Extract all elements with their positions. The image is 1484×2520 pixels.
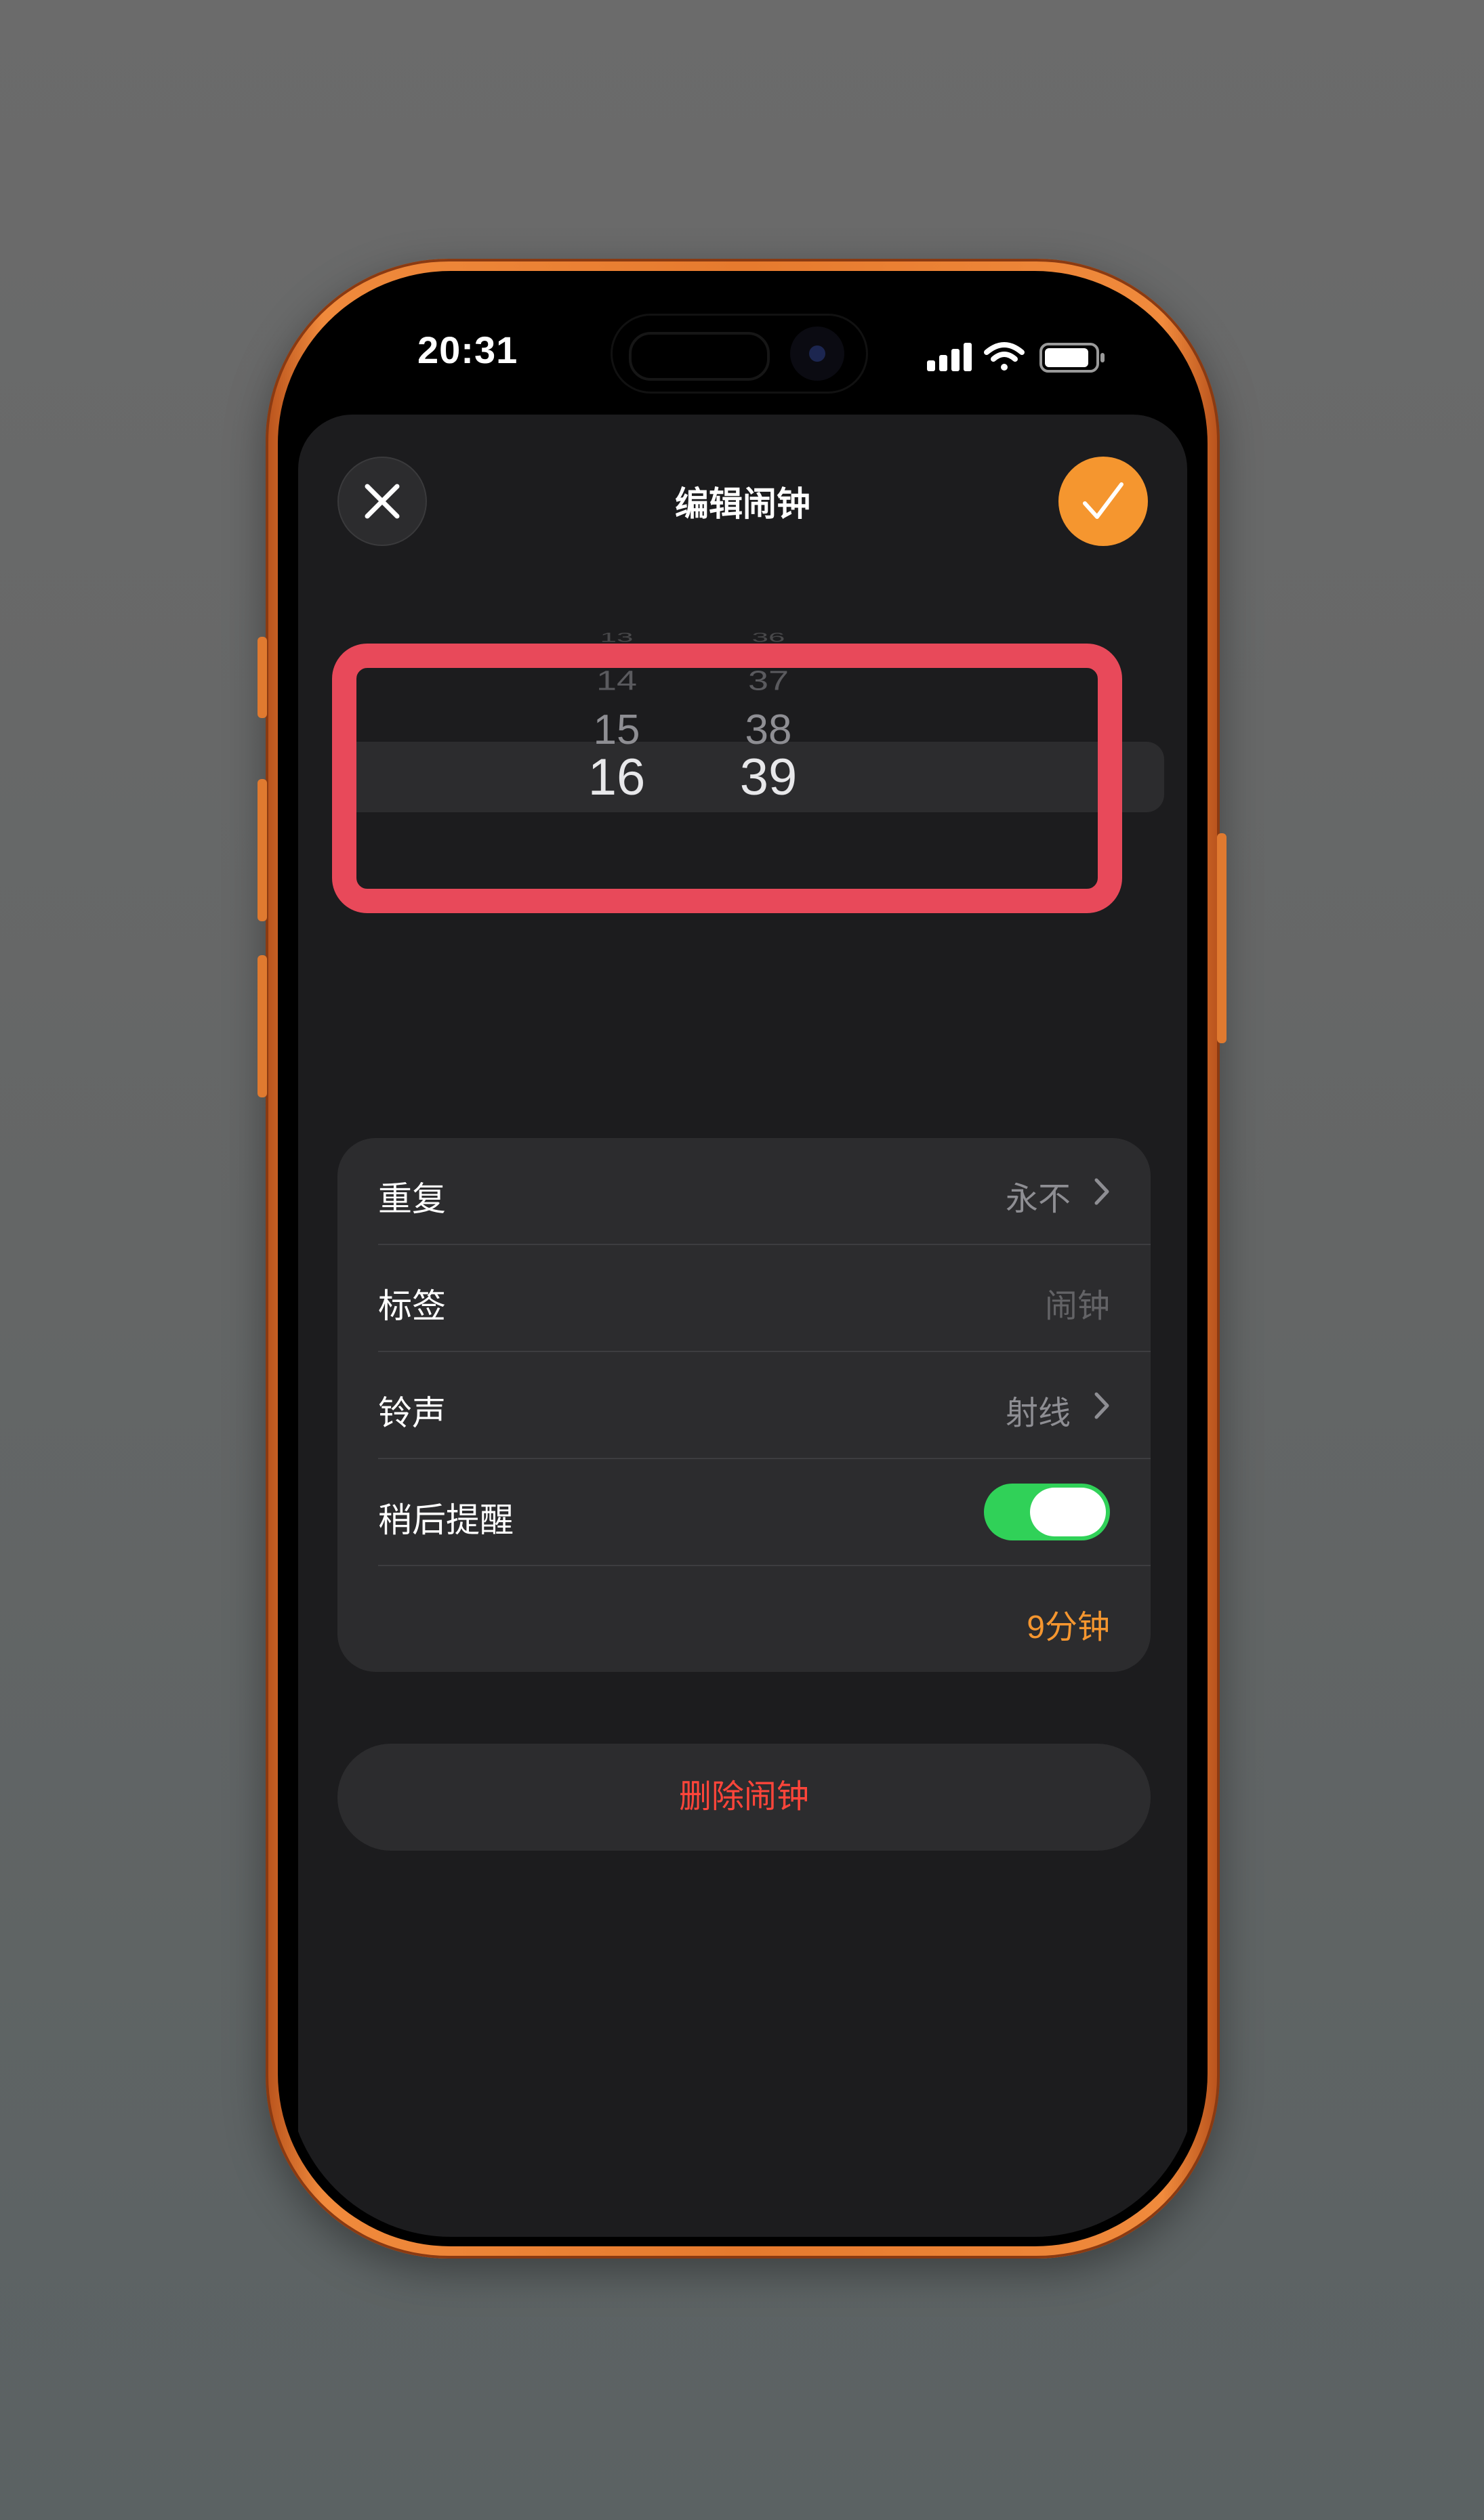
snooze-toggle[interactable]: [984, 1484, 1110, 1540]
action-button: [257, 637, 267, 718]
delete-alarm-button[interactable]: 删除闹钟: [337, 1744, 1151, 1851]
snooze-duration-row[interactable]: 9分钟: [337, 1566, 1151, 1672]
status-icons-svg: [927, 342, 1105, 373]
snooze-label: 稍后提醒: [378, 1501, 514, 1539]
dynamic-island: [613, 316, 866, 392]
minute-option[interactable]: 36: [707, 630, 829, 646]
chevron-right-icon: [1094, 1178, 1109, 1205]
tag-row[interactable]: 标签 闹钟: [337, 1245, 1151, 1352]
phone-screen: 20:31 编辑闹钟 13 14 15 16 36 37 38 39 重复 永不…: [287, 280, 1198, 2237]
chevron-right-icon: [1094, 1392, 1109, 1419]
hour-option[interactable]: 13: [556, 630, 678, 646]
volume-down-button: [257, 955, 267, 1097]
page-title: 编辑闹钟: [675, 485, 810, 523]
status-time: 20:31: [417, 329, 518, 371]
tag-input[interactable]: 闹钟: [1045, 1279, 1110, 1326]
repeat-label: 重复: [378, 1180, 446, 1218]
repeat-value: 永不: [1005, 1181, 1071, 1217]
ringtone-row[interactable]: 铃声 射线: [337, 1352, 1151, 1459]
power-button: [1217, 833, 1227, 1043]
volume-up-button: [257, 779, 267, 921]
highlight-annotation-box: [332, 644, 1122, 913]
ringtone-label: 铃声: [378, 1394, 446, 1432]
status-icons: [927, 340, 1117, 375]
battery-icon: [1039, 343, 1105, 373]
signal-icon: [927, 343, 972, 371]
tag-label: 标签: [378, 1287, 446, 1325]
ringtone-value: 射线: [1005, 1395, 1071, 1431]
island-sensor: [629, 332, 770, 381]
snooze-duration-value[interactable]: 9分钟: [1027, 1600, 1110, 1647]
front-camera: [790, 327, 844, 381]
wifi-icon: [984, 342, 1025, 371]
done-button[interactable]: [1058, 457, 1148, 546]
repeat-row[interactable]: 重复 永不: [337, 1138, 1151, 1245]
snooze-row: 稍后提醒: [337, 1459, 1151, 1566]
toggle-knob: [1030, 1488, 1106, 1536]
checkmark-icon: [1083, 482, 1124, 519]
alarm-settings-group: 重复 永不 标签 闹钟 铃声 射线 稍后提醒 9分钟: [337, 1138, 1151, 1672]
